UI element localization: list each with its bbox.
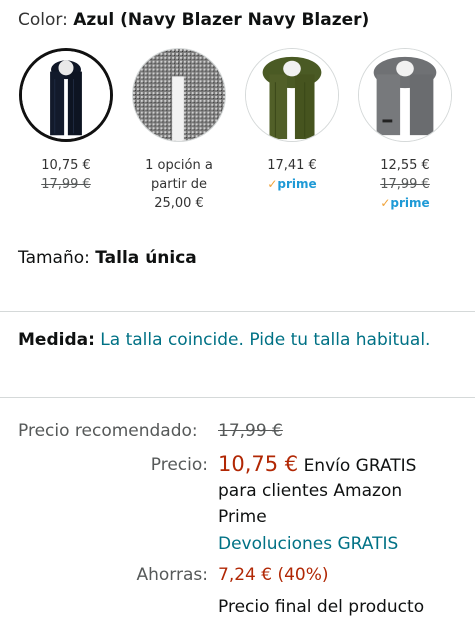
list-price-value: 17,99 € [218,421,283,441]
option-1-old-price: 17,99 € [41,177,91,192]
divider [0,311,475,312]
prime-check-icon: ✓ [380,196,391,210]
color-swatch-grey-melange[interactable] [132,48,226,142]
option-4-price: 12,55 € [380,158,430,173]
color-swatch-olive[interactable] [245,48,339,142]
free-returns-link[interactable]: Devoluciones GRATIS [218,534,398,554]
current-price: 10,75 € [218,452,299,476]
option-2-line1: 1 opción a [145,158,213,173]
shipping-line-3: Prime [218,507,267,527]
option-3-prime-badge: ✓prime [237,175,347,194]
option-4-old-price: 17,99 € [380,177,430,192]
price-label: Precio: [150,455,208,475]
color-swatch-grey[interactable] [358,48,452,142]
option-price-2: 1 opción a partir de 25,00 € [124,156,234,213]
size-row: Tamaño: Talla única [18,248,197,268]
prime-label: prime [277,177,317,191]
fit-link[interactable]: La talla coincide. Pide tu talla habitua… [100,330,430,350]
olive-scarf-image [246,49,338,141]
final-price-note: Precio final del producto [218,597,425,617]
fit-label: Medida: [18,330,95,350]
option-1-price: 10,75 € [41,158,91,173]
fit-info: Medida: La talla coincide. Pide tu talla… [18,327,458,353]
list-price-label: Precio recomendado: [18,421,198,441]
grey-scarf-image [359,49,451,141]
prime-check-icon: ✓ [267,177,278,191]
option-2-line3: 25,00 € [154,196,204,211]
option-price-1: 10,75 € 17,99 € [11,156,121,194]
divider [0,397,475,398]
price-block: 10,75 € Envío GRATIS [218,451,468,479]
option-2-line2: partir de [151,177,207,192]
option-4-prime-badge: ✓prime [350,194,460,213]
option-price-3: 17,41 € ✓prime [237,156,347,194]
color-swatch-navy[interactable] [19,48,113,142]
option-price-4: 12,55 € 17,99 € ✓prime [350,156,460,213]
shipping-line-2: para clientes Amazon [218,481,403,501]
color-value: Azul (Navy Blazer Navy Blazer) [73,10,370,30]
navy-scarf-image [22,51,110,139]
color-label: Color: [18,10,68,30]
savings-label: Ahorras: [136,565,209,585]
size-label: Tamaño: [18,248,90,268]
savings-value: 7,24 € (40%) [218,565,329,585]
grey-melange-scarf-image [133,49,225,141]
color-selection-row: Color: Azul (Navy Blazer Navy Blazer) [18,10,369,30]
size-value: Talla única [95,248,197,268]
option-3-price: 17,41 € [267,158,317,173]
prime-label: prime [390,196,430,210]
shipping-text: Envío GRATIS [303,456,417,476]
